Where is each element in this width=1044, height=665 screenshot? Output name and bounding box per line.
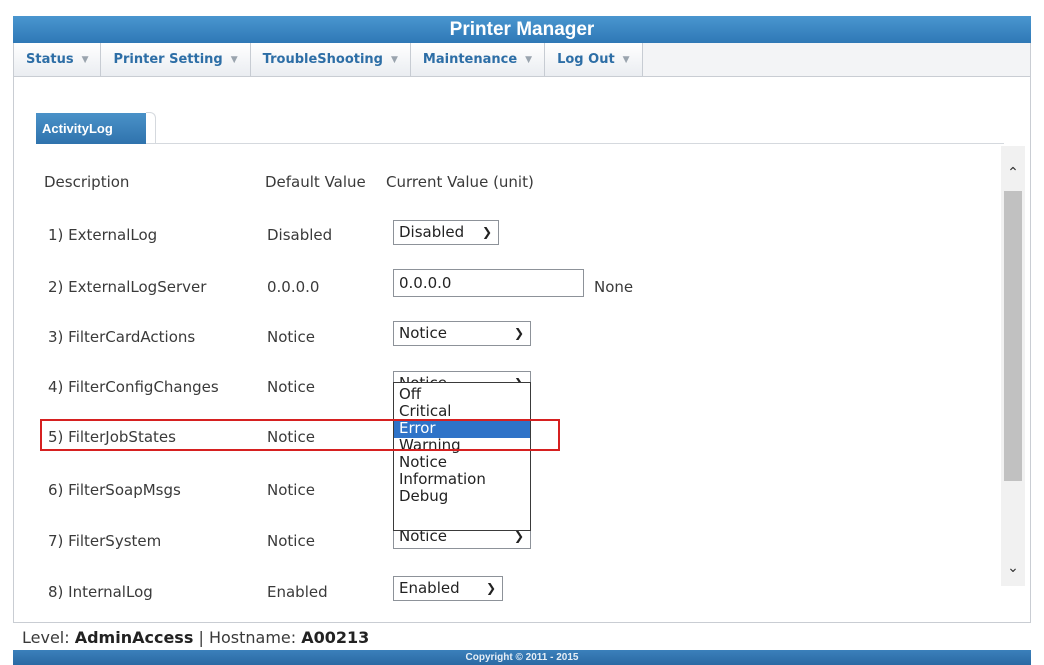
row-default-value: Enabled [267, 583, 328, 601]
menu-status[interactable]: Status ▼ [14, 43, 102, 76]
caret-down-icon: ▼ [622, 54, 630, 65]
row-description: 1) ExternalLog [48, 226, 158, 244]
row-default-value: Notice [267, 481, 315, 499]
menu-maintenance[interactable]: Maintenance ▼ [410, 43, 546, 76]
menu-printer-setting[interactable]: Printer Setting ▼ [101, 43, 251, 76]
level-label: Level: [22, 628, 70, 647]
select-value: Notice [399, 324, 447, 342]
row-default-value: 0.0.0.0 [267, 278, 320, 296]
row-description: 7) FilterSystem [48, 532, 162, 550]
hostname-value: A00213 [301, 628, 370, 647]
row-description: 4) FilterConfigChanges [48, 378, 219, 396]
app-title: Printer Manager [13, 16, 1031, 43]
copyright-footer: Copyright © 2011 - 2015 [13, 650, 1031, 665]
hostname-label: Hostname: [208, 628, 297, 647]
caret-down-icon: ▼ [230, 54, 238, 65]
scroll-up-arrow-icon[interactable]: ⌃ [1001, 161, 1025, 185]
menu-label: TroubleShooting [262, 52, 383, 67]
caret-down-icon: ▼ [81, 54, 89, 65]
menu-troubleshooting[interactable]: TroubleShooting ▼ [250, 43, 411, 76]
row-default-value: Notice [267, 532, 315, 550]
row-default-value: Notice [267, 328, 315, 346]
chevron-down-icon: ❯ [513, 326, 524, 340]
separator: | [198, 628, 204, 647]
vertical-scrollbar[interactable]: ⌃ ⌄ [1001, 146, 1025, 586]
select-value: Enabled [399, 579, 460, 597]
row-default-value: Disabled [267, 226, 333, 244]
menu-label: Printer Setting [113, 52, 223, 67]
header-default-value: Default Value [265, 173, 366, 191]
menu-label: Maintenance [422, 52, 518, 67]
menu-log-out[interactable]: Log Out ▼ [545, 43, 643, 76]
row-description: 3) FilterCardActions [48, 328, 196, 346]
row-description: 2) ExternalLogServer [48, 278, 207, 296]
menu-bar: Status ▼ Printer Setting ▼ TroubleShooting… [13, 43, 1031, 77]
caret-down-icon: ▼ [525, 54, 533, 65]
select-value: Disabled [399, 223, 465, 241]
chevron-down-icon: ❯ [485, 581, 496, 595]
menu-label: Status [26, 52, 74, 67]
level-value: AdminAccess [74, 628, 194, 647]
chevron-down-icon: ❯ [481, 225, 492, 239]
internallog-select[interactable]: Enabled ❯ [393, 576, 503, 601]
externallogserver-input[interactable]: 0.0.0.0 [393, 269, 584, 297]
externallog-select[interactable]: Disabled ❯ [393, 220, 499, 245]
row-default-value: Notice [267, 428, 315, 446]
menu-label: Log Out [557, 52, 615, 67]
tab-activitylog[interactable]: ActivityLog [36, 113, 146, 144]
header-description: Description [44, 173, 130, 191]
dropdown-option-debug[interactable]: Debug [394, 488, 530, 506]
caret-down-icon: ▼ [390, 54, 398, 65]
tab-divider [146, 143, 1004, 144]
filter-level-dropdown-list[interactable]: Off Critical Error Warning Notice Inform… [393, 382, 531, 531]
scrollbar-thumb[interactable] [1004, 191, 1022, 481]
row-description: 5) FilterJobStates [48, 428, 176, 446]
unit-label: None [594, 278, 634, 296]
filtercardactions-select[interactable]: Notice ❯ [393, 321, 531, 346]
tab-border [146, 112, 156, 144]
status-line: Level: AdminAccess | Hostname: A00213 [13, 625, 1031, 650]
row-default-value: Notice [267, 378, 315, 396]
row-description: 8) InternalLog [48, 583, 153, 601]
header-current-value: Current Value (unit) [386, 173, 534, 191]
row-description: 6) FilterSoapMsgs [48, 481, 181, 499]
scroll-down-arrow-icon[interactable]: ⌄ [1001, 556, 1025, 580]
